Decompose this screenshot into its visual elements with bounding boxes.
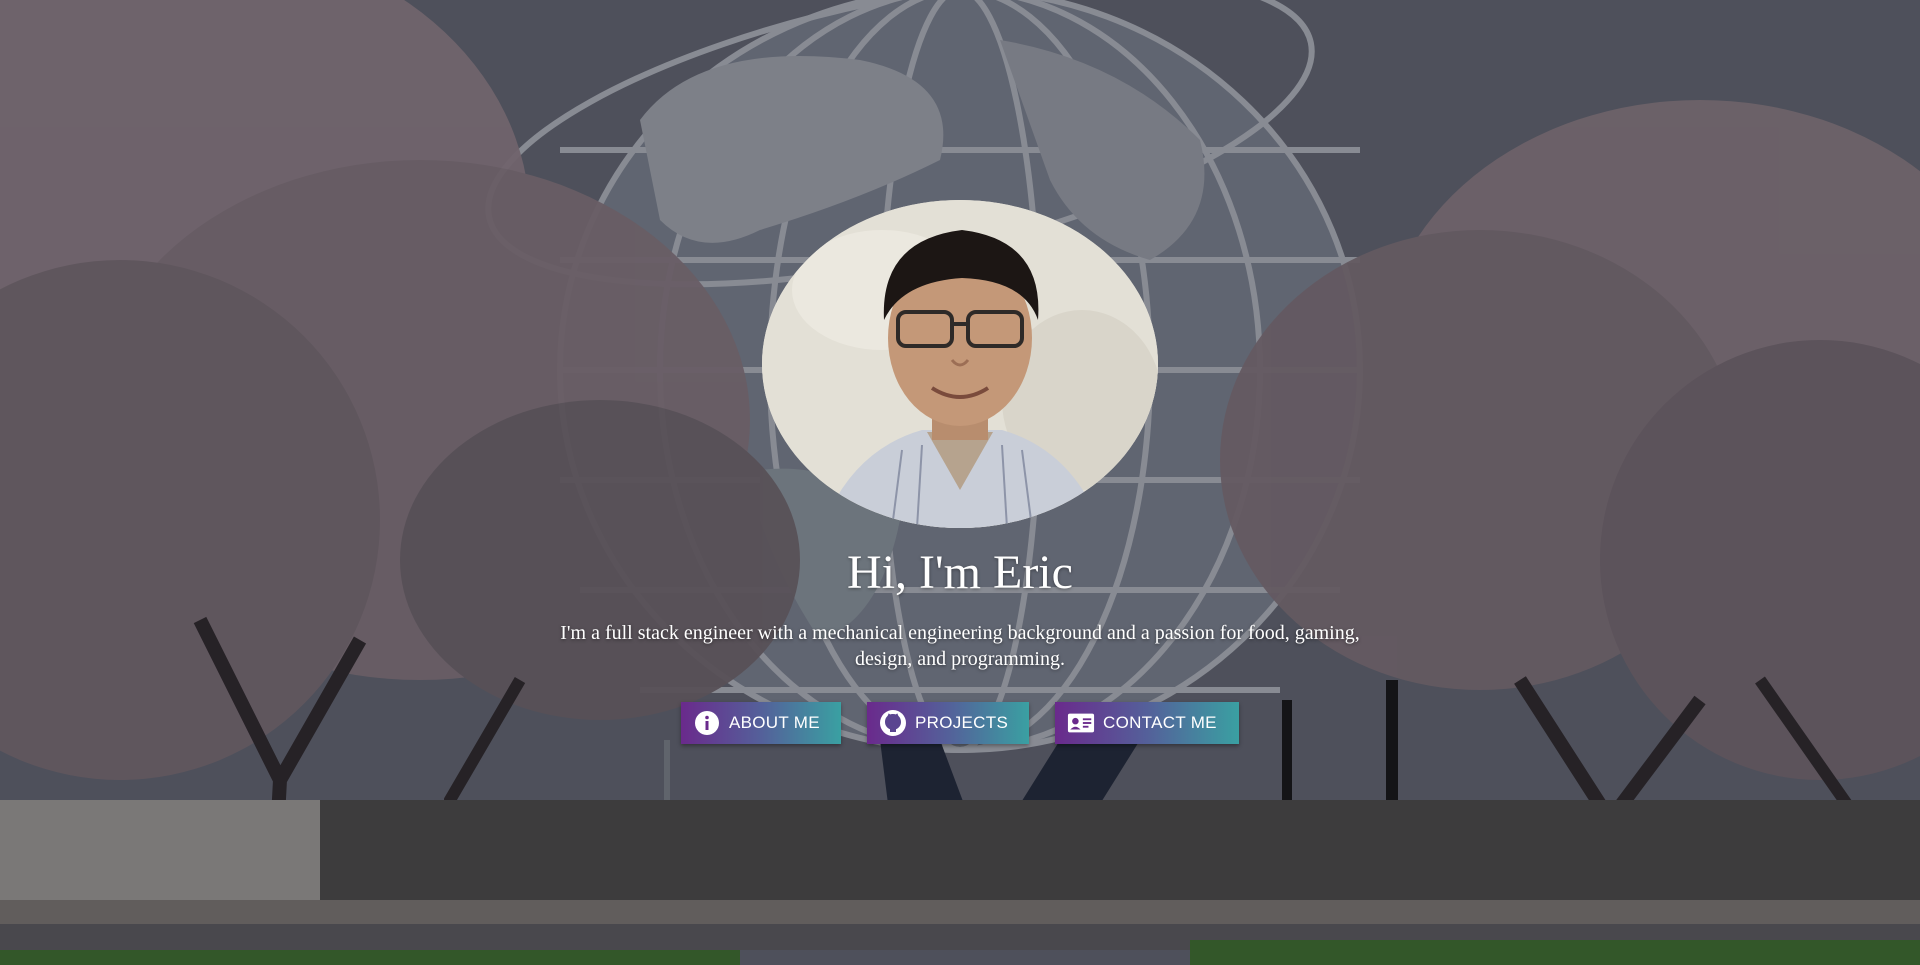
contact-me-button[interactable]: CONTACT ME (1055, 702, 1239, 744)
nav-buttons: ABOUT ME PROJECTS CONTACT ME (0, 702, 1920, 744)
tagline: I'm a full stack engineer with a mechani… (560, 622, 1360, 670)
avatar-portrait (762, 200, 1158, 528)
projects-button[interactable]: PROJECTS (867, 702, 1029, 744)
profile-photo (762, 200, 1158, 528)
about-me-label: ABOUT ME (729, 713, 820, 732)
projects-label: PROJECTS (915, 713, 1009, 732)
hero-content: Hi, I'm Eric I'm a full stack engineer w… (0, 0, 1920, 965)
contact-card-icon (1067, 709, 1095, 737)
about-me-button[interactable]: ABOUT ME (681, 702, 841, 744)
github-icon (879, 709, 907, 737)
hero-section: Hi, I'm Eric I'm a full stack engineer w… (0, 0, 1920, 965)
page-title: Hi, I'm Eric (847, 546, 1073, 599)
info-icon (693, 709, 721, 737)
contact-me-label: CONTACT ME (1103, 713, 1217, 732)
